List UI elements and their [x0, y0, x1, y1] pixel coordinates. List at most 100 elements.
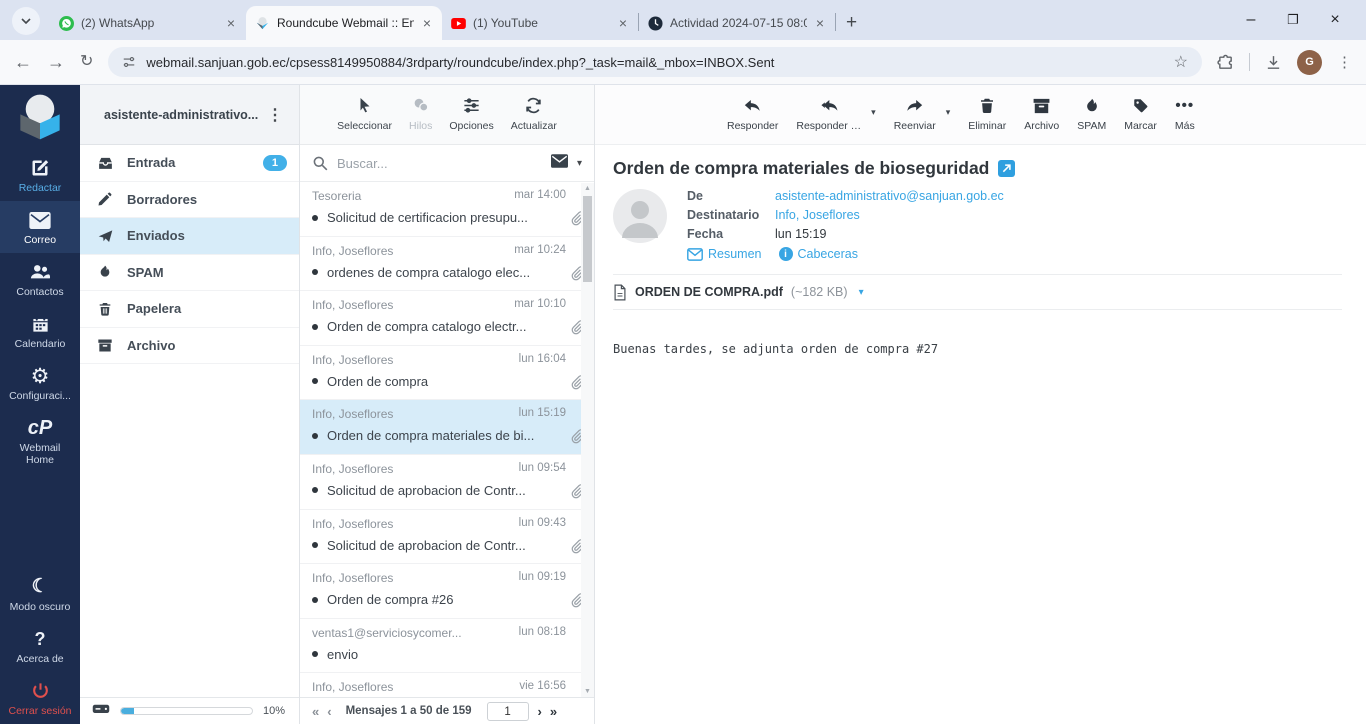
mail-panel: Responder Responder … ▾ Reenviar ▾ Elimi… [595, 85, 1366, 724]
folder-spam[interactable]: SPAM [80, 255, 299, 291]
message-time: lun 16:04 [518, 352, 566, 365]
open-in-new-window-icon[interactable] [998, 160, 1016, 177]
threads-button[interactable]: Hilos [409, 95, 432, 144]
sidebar-item-correo[interactable]: Correo [0, 201, 80, 254]
link-label: Resumen [708, 247, 762, 261]
spam-button[interactable]: SPAM [1077, 95, 1106, 144]
reply-all-caret-icon[interactable]: ▾ [871, 107, 876, 118]
download-icon[interactable] [1265, 54, 1282, 71]
minimize-button[interactable]: – [1230, 11, 1272, 29]
message-time: mar 10:24 [514, 243, 566, 256]
search-input[interactable] [337, 155, 542, 171]
unread-dot-icon [312, 542, 318, 549]
message-row[interactable]: Info, Joseflores lun 16:04 Orden de comp… [300, 346, 594, 401]
sidebar-item-acerca-de[interactable]: ? Acerca de [0, 620, 80, 672]
mail-headers: De asistente-administrativo@sanjuan.gob.… [613, 189, 1342, 261]
reply-all-button[interactable]: Responder … [796, 95, 861, 144]
search-scope-icon[interactable] [550, 153, 568, 173]
summary-link[interactable]: Resumen [687, 247, 762, 261]
page-number-input[interactable]: 1 [486, 701, 529, 721]
from-address[interactable]: asistente-administrativo@sanjuan.gob.ec [775, 189, 1004, 203]
tab-whatsapp[interactable]: (2) WhatsApp × [50, 6, 246, 40]
address-bar[interactable]: webmail.sanjuan.gob.ec/cpsess8149950884/… [108, 47, 1202, 77]
headers-link[interactable]: i Cabeceras [778, 247, 858, 261]
message-row[interactable]: Info, Joseflores lun 15:19 Orden de comp… [300, 400, 594, 455]
site-settings-icon[interactable] [122, 55, 136, 69]
reload-icon[interactable]: ↻ [80, 54, 93, 70]
tab-actividad[interactable]: Actividad 2024-07-15 08:00:00 × [639, 6, 835, 40]
restore-button[interactable]: ❐ [1272, 12, 1314, 28]
forward-button[interactable]: Reenviar [894, 95, 936, 144]
delete-button[interactable]: Eliminar [968, 95, 1006, 144]
sidebar-item-contactos[interactable]: Contactos [0, 253, 80, 305]
tab-roundcube[interactable]: Roundcube Webmail :: Enviado: × [246, 6, 442, 40]
sidebar-item-cerrar-sesion[interactable]: Cerrar sesión [0, 672, 80, 724]
tab-close-button[interactable]: × [225, 15, 237, 31]
folder-enviados[interactable]: Enviados [80, 218, 299, 255]
flame-icon [1083, 95, 1101, 116]
message-row[interactable]: Info, Joseflores vie 16:56 [300, 673, 594, 697]
folder-papelera[interactable]: Papelera [80, 291, 299, 328]
tab-close-button[interactable]: × [421, 15, 433, 31]
attachment-bar[interactable]: ORDEN DE COMPRA.pdf (~182 KB) ▾ [613, 274, 1342, 310]
tab-close-button[interactable]: × [617, 15, 629, 31]
folder-archivo[interactable]: Archivo [80, 328, 299, 364]
message-row[interactable]: ventas1@serviciosycomer... lun 08:18 env… [300, 619, 594, 674]
message-sender: Info, Joseflores [312, 516, 394, 531]
extensions-icon[interactable] [1217, 54, 1234, 71]
forward-caret-icon[interactable]: ▾ [946, 107, 951, 118]
scroll-up-icon[interactable]: ▲ [581, 185, 594, 192]
message-row[interactable]: Info, Joseflores mar 10:10 Orden de comp… [300, 291, 594, 346]
message-row[interactable]: Info, Joseflores lun 09:54 Solicitud de … [300, 455, 594, 510]
sidebar-item-modo-oscuro[interactable]: ☾ Modo oscuro [0, 568, 80, 620]
archive-button[interactable]: Archivo [1024, 95, 1059, 144]
message-row[interactable]: Info, Joseflores lun 09:19 Orden de comp… [300, 564, 594, 619]
profile-avatar[interactable]: G [1297, 49, 1322, 75]
tab-label: Roundcube Webmail :: Enviado: [277, 16, 414, 30]
tab-search-button[interactable] [12, 7, 40, 35]
forward-icon[interactable]: → [47, 53, 65, 71]
message-row[interactable]: Info, Joseflores mar 10:24 ordenes de co… [300, 237, 594, 292]
close-window-button[interactable]: × [1314, 11, 1356, 29]
new-tab-button[interactable]: + [846, 13, 857, 32]
sidebar-item-calendario[interactable]: Calendario [0, 305, 80, 357]
tab-youtube[interactable]: (1) YouTube × [442, 6, 638, 40]
list-scrollbar[interactable]: ▲ ▼ [581, 183, 594, 697]
tab-separator [835, 13, 836, 31]
app-sidebar: Redactar Correo Contactos Calendario ⚙ C… [0, 85, 80, 724]
message-time: vie 16:56 [519, 680, 566, 693]
cpanel-icon: cP [27, 417, 53, 440]
attachment-menu-caret-icon[interactable]: ▾ [859, 287, 864, 298]
attachment-name[interactable]: ORDEN DE COMPRA.pdf [635, 285, 783, 299]
message-subject: Solicitud de aprobacion de Contr... [327, 537, 526, 553]
search-options-caret-icon[interactable]: ▾ [577, 158, 582, 169]
folder-options-icon[interactable]: ⋮ [261, 105, 289, 125]
folder-borradores[interactable]: Borradores [80, 182, 299, 218]
message-row[interactable]: Info, Joseflores lun 09:43 Solicitud de … [300, 510, 594, 565]
message-subject: Orden de compra materiales de bi... [327, 428, 535, 444]
first-page-button[interactable]: « [312, 704, 319, 719]
last-page-button[interactable]: » [550, 704, 557, 719]
scrollbar-thumb[interactable] [583, 196, 592, 282]
sidebar-item-webmail-home[interactable]: cP Webmail Home [0, 409, 80, 473]
sidebar-item-redactar[interactable]: Redactar [0, 149, 80, 201]
more-button[interactable]: ••• Más [1175, 95, 1195, 144]
scroll-down-icon[interactable]: ▼ [581, 688, 594, 695]
folder-panel: asistente-administrativo... ⋮ Entrada 1 … [80, 85, 300, 724]
prev-page-button[interactable]: ‹ [327, 704, 331, 719]
folder-entrada[interactable]: Entrada 1 [80, 145, 299, 182]
to-recipients[interactable]: Info, Joseflores [775, 208, 860, 222]
sidebar-item-label: Configuraci... [9, 390, 71, 403]
bookmark-star-icon[interactable]: ☆ [1174, 52, 1188, 72]
mark-button[interactable]: Marcar [1124, 95, 1157, 144]
browser-menu-icon[interactable]: ⋮ [1337, 55, 1352, 70]
tab-close-button[interactable]: × [814, 15, 826, 31]
message-row[interactable]: Tesoreria mar 14:00 Solicitud de certifi… [300, 182, 594, 237]
refresh-button[interactable]: Actualizar [511, 95, 557, 144]
sidebar-item-configuracion[interactable]: ⚙ Configuraci... [0, 357, 80, 409]
next-page-button[interactable]: › [538, 704, 542, 719]
back-icon[interactable]: ← [14, 53, 32, 71]
reply-button[interactable]: Responder [727, 95, 778, 144]
select-button[interactable]: Seleccionar [337, 95, 392, 144]
options-button[interactable]: Opciones [449, 95, 494, 144]
